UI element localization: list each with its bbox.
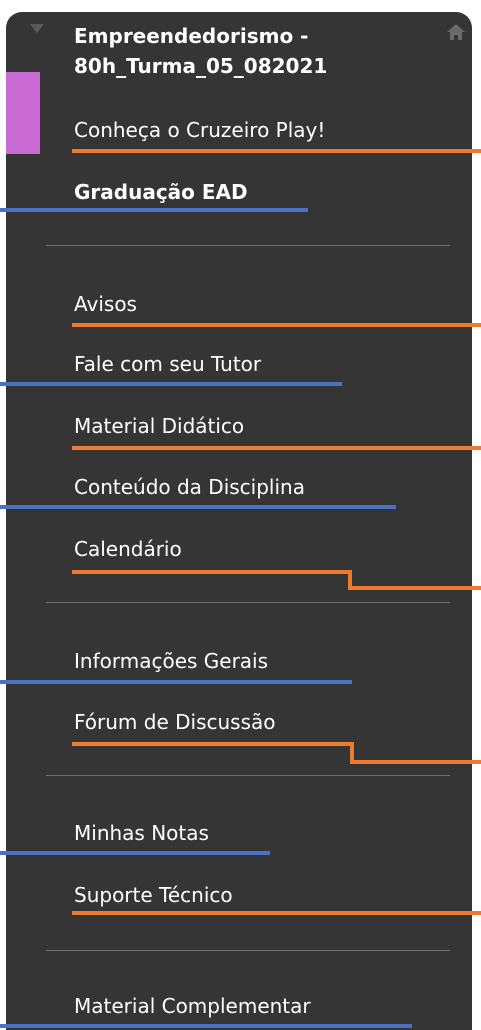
- menu-item-material-didatico[interactable]: Material Didático: [74, 413, 244, 439]
- course-accent-bar: [6, 72, 40, 154]
- chevron-down-icon[interactable]: [30, 24, 44, 33]
- menu-item-suporte-tecnico[interactable]: Suporte Técnico: [74, 882, 233, 908]
- menu-divider: [46, 602, 450, 603]
- menu-item-informacoes-gerais[interactable]: Informações Gerais: [74, 648, 268, 674]
- screenshot-stage: Empreendedorismo - 80h_Turma_05_082021 C…: [0, 0, 481, 1030]
- menu-item-calendario[interactable]: Calendário: [74, 536, 182, 562]
- menu-item-avisos[interactable]: Avisos: [74, 291, 137, 317]
- course-title-line-2: 80h_Turma_05_082021: [74, 54, 328, 78]
- course-title[interactable]: Empreendedorismo - 80h_Turma_05_082021: [74, 21, 434, 81]
- menu-divider: [46, 775, 450, 776]
- menu-item-graduacao-ead[interactable]: Graduação EAD: [74, 179, 248, 205]
- menu-item-fale-com-tutor[interactable]: Fale com seu Tutor: [74, 351, 261, 377]
- course-title-line-1: Empreendedorismo -: [74, 24, 309, 48]
- home-icon[interactable]: [446, 22, 466, 42]
- menu-item-forum-discussao[interactable]: Fórum de Discussão: [74, 709, 276, 735]
- menu-divider: [46, 950, 450, 951]
- menu-item-minhas-notas[interactable]: Minhas Notas: [74, 820, 209, 846]
- menu-item-cruzeiro-play[interactable]: Conheça o Cruzeiro Play!: [74, 117, 325, 143]
- course-menu-panel: [6, 12, 472, 1030]
- menu-item-material-complementar[interactable]: Material Complementar: [74, 993, 311, 1019]
- menu-item-conteudo-disciplina[interactable]: Conteúdo da Disciplina: [74, 474, 305, 500]
- menu-divider: [46, 245, 450, 246]
